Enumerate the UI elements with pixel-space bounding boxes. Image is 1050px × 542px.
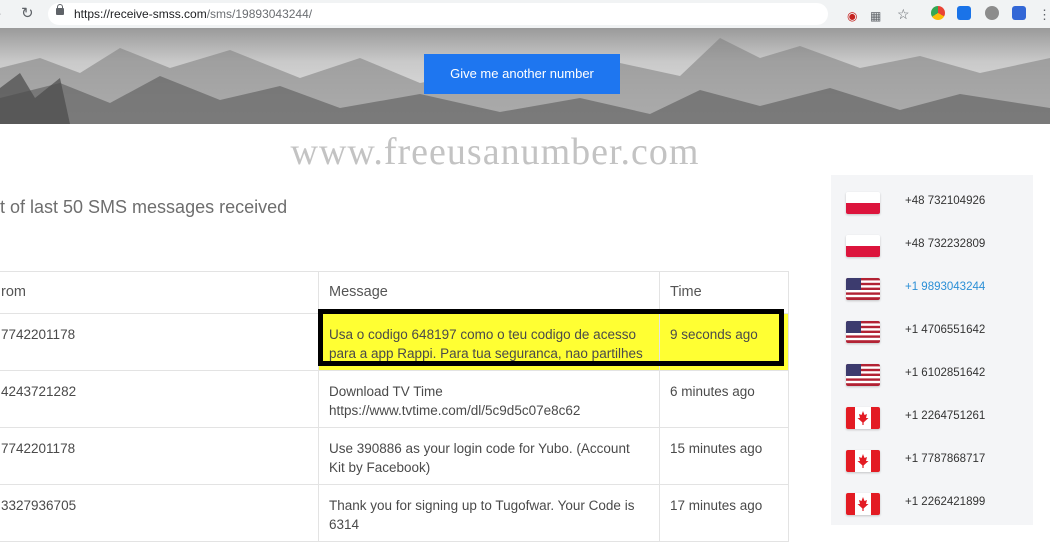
table-row: 3327936705 Thank you for signing up to T…	[0, 484, 789, 542]
header-time: Time	[659, 271, 789, 314]
received-time: 6 minutes ago	[659, 370, 789, 428]
table-row: 4243721282 Download TV Time https://www.…	[0, 370, 789, 428]
sender-number: 4243721282	[0, 370, 319, 428]
sidebar-number-item[interactable]: +48 732232809	[831, 235, 1033, 280]
phone-number-link[interactable]: +48 732104926	[905, 195, 985, 207]
hero-banner: Give me another number	[0, 28, 1050, 124]
header-from: rom	[0, 271, 319, 314]
watermark-text: www.freeusanumber.com	[290, 131, 700, 173]
message-text: Use 390886 as your login code for Yubo. …	[318, 427, 660, 485]
phone-number-link[interactable]: +1 2262421899	[905, 496, 985, 508]
sidebar-number-item[interactable]: +1 9893043244	[831, 278, 1033, 323]
message-text: Usa o codigo 648197 como o teu codigo de…	[318, 313, 660, 371]
chrome-extension-icon[interactable]	[931, 6, 945, 20]
table-row: 7742201178 Usa o codigo 648197 como o te…	[0, 313, 789, 371]
sidebar-number-item[interactable]: +1 2264751261	[831, 407, 1033, 452]
sidebar-number-item[interactable]: +1 6102851642	[831, 364, 1033, 409]
numbers-sidebar: +48 732104926 +48 732232809 +1 989304324…	[831, 175, 1033, 525]
received-time: 15 minutes ago	[659, 427, 789, 485]
phone-number-link[interactable]: +1 2264751261	[905, 410, 985, 422]
give-another-number-button[interactable]: Give me another number	[424, 54, 620, 94]
messages-list-title: t of last 50 SMS messages received	[0, 197, 288, 217]
canada-flag-icon	[846, 493, 880, 515]
canada-flag-icon	[846, 450, 880, 472]
reload-icon[interactable]: ↻	[21, 5, 34, 23]
address-bar[interactable]: https://receive-smss.com/sms/19893043244…	[48, 3, 828, 25]
sender-number: 7742201178	[0, 427, 319, 485]
poland-flag-icon	[846, 235, 880, 257]
sender-number: 3327936705	[0, 484, 319, 542]
sidebar-number-item[interactable]: +1 2262421899	[831, 493, 1033, 538]
header-message: Message	[318, 271, 660, 314]
received-time: 17 minutes ago	[659, 484, 789, 542]
sidebar-number-item[interactable]: +1 7787868717	[831, 450, 1033, 495]
phone-number-link[interactable]: +1 9893043244	[905, 281, 985, 293]
poland-flag-icon	[846, 192, 880, 214]
sidebar-number-item[interactable]: +1 4706551642	[831, 321, 1033, 366]
phone-number-link[interactable]: +48 732232809	[905, 238, 985, 250]
menu-dots-icon[interactable]: ⋮	[1038, 6, 1050, 24]
message-text: Thank you for signing up to Tugofwar. Yo…	[318, 484, 660, 542]
extension-g-icon[interactable]: ◉	[847, 7, 857, 25]
phone-number-link[interactable]: +1 6102851642	[905, 367, 985, 379]
phone-number-link[interactable]: +1 7787868717	[905, 453, 985, 465]
messages-table: rom Message Time 7742201178 Usa o codigo…	[0, 271, 789, 542]
usa-flag-icon	[846, 364, 880, 386]
usa-flag-icon	[846, 321, 880, 343]
phone-number-link[interactable]: +1 4706551642	[905, 324, 985, 336]
lock-icon	[56, 4, 64, 15]
table-header-row: rom Message Time	[0, 271, 789, 314]
forward-arrow-icon[interactable]: ›	[0, 5, 1, 23]
extension-blue-icon[interactable]	[957, 6, 971, 20]
received-time: 9 seconds ago	[659, 313, 789, 371]
bookmark-star-icon[interactable]: ☆	[897, 5, 910, 23]
browser-toolbar: › ↻ https://receive-smss.com/sms/1989304…	[0, 0, 1050, 29]
translate-icon[interactable]: ▦	[870, 7, 881, 25]
extension-shield-icon[interactable]	[1012, 6, 1026, 20]
url-text: https://receive-smss.com/sms/19893043244…	[74, 7, 313, 21]
extension-gray-icon[interactable]	[985, 6, 999, 20]
message-text: Download TV Time https://www.tvtime.com/…	[318, 370, 660, 428]
sidebar-number-item[interactable]: +48 732104926	[831, 192, 1033, 237]
usa-flag-icon	[846, 278, 880, 300]
sender-number: 7742201178	[0, 313, 319, 371]
table-row: 7742201178 Use 390886 as your login code…	[0, 427, 789, 485]
canada-flag-icon	[846, 407, 880, 429]
